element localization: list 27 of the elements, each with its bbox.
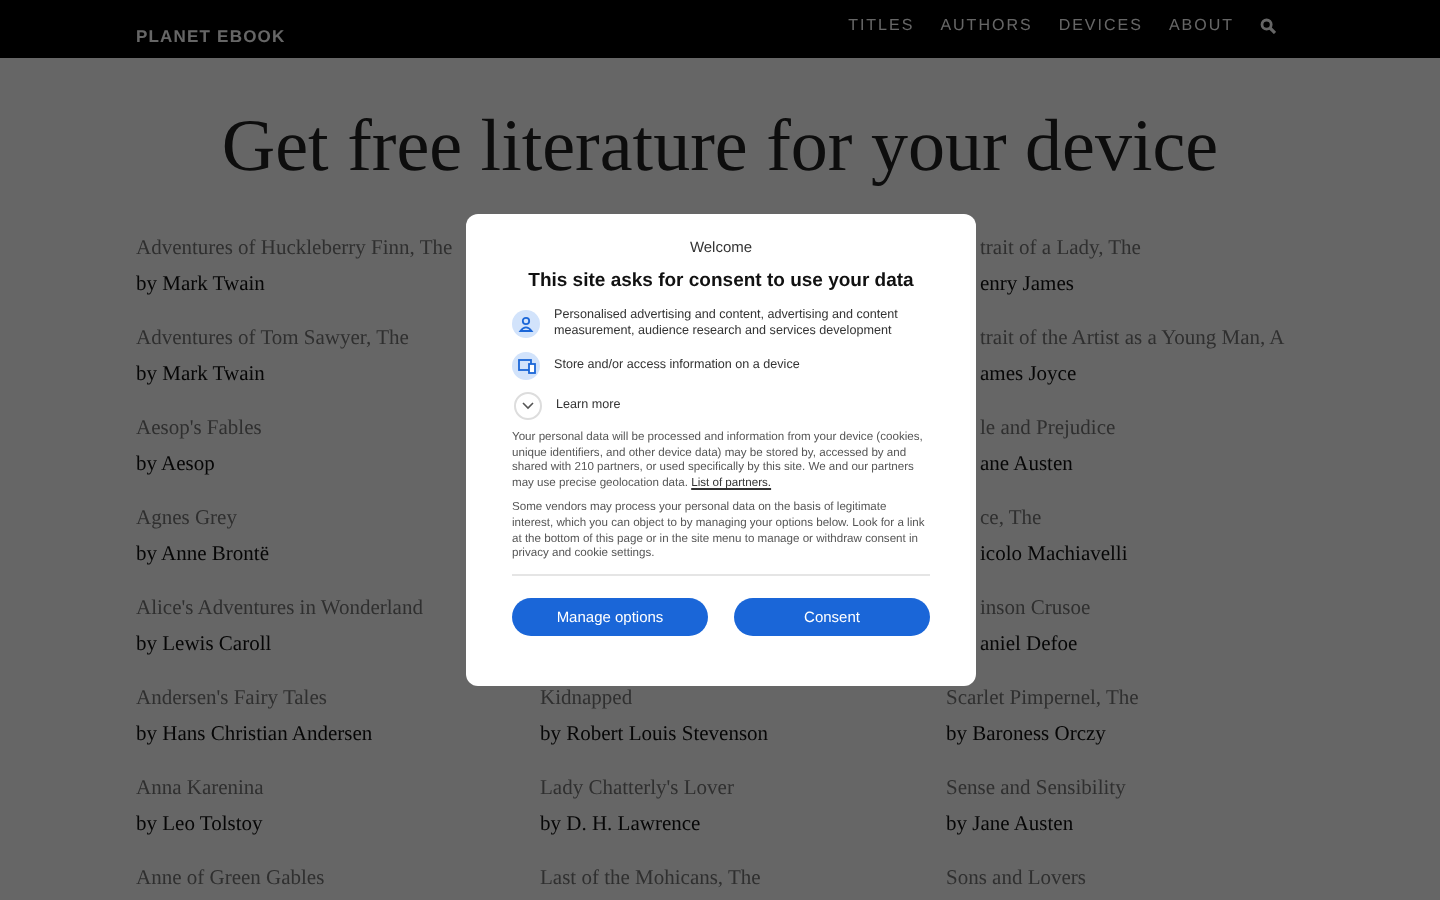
site-logo[interactable]: PLANET EBOOK [136, 26, 286, 46]
nav-link[interactable]: DEVICES [1058, 16, 1143, 34]
chevron-icon[interactable] [514, 392, 542, 420]
book-author: by Hans Christian Andersen [136, 722, 373, 750]
book-author: by Robert Louis Stevenson [540, 722, 769, 750]
book-author: by Baroness Orczy [946, 722, 1106, 750]
device-icon [512, 352, 540, 380]
book-author: by Leo Tolstoy [136, 812, 263, 840]
nav-link[interactable]: AUTHORS [940, 16, 1033, 34]
book-author: ane Austen [980, 452, 1073, 480]
nav-link[interactable]: ABOUT [1168, 16, 1234, 34]
book-author: enry James [980, 272, 1074, 300]
book-author: by Mark Twain [136, 272, 265, 300]
search-icon[interactable] [1260, 18, 1276, 34]
person-icon [512, 310, 540, 338]
book-author: by Lewis Caroll [136, 632, 272, 660]
book-author: by Aesop [136, 452, 215, 480]
book-author: aniel Defoe [980, 632, 1078, 660]
book-author: by Anne Brontë [136, 542, 269, 570]
page-heading: Get free literature for your device [219, 106, 1221, 190]
book-author: by D. H. Lawrence [540, 812, 701, 840]
dialog-title: This site asks for consent to use your data [526, 270, 916, 292]
nav-link[interactable]: TITLES [848, 16, 915, 34]
book-author: by Jane Austen [946, 812, 1074, 840]
book-author: by Mark Twain [136, 362, 265, 390]
book-author: ames Joyce [980, 362, 1077, 390]
book-author: icolo Machiavelli [980, 542, 1128, 570]
